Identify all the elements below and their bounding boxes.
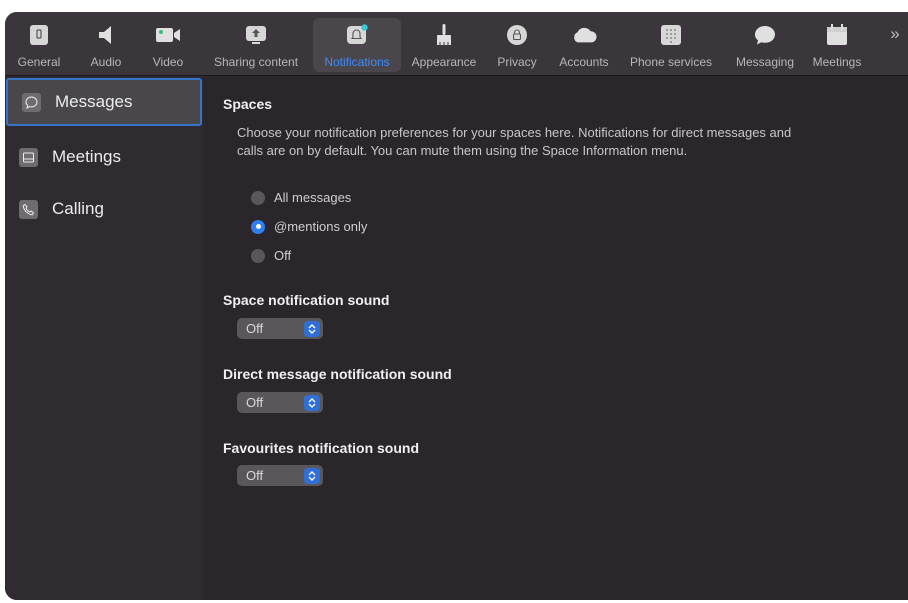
sidebar-item-meetings-label: Meetings [52,147,121,166]
meetings-icon [19,147,38,167]
video-camera-icon [155,23,181,47]
message-icon [22,92,41,112]
favourites-sound-select[interactable]: Off [237,465,323,486]
tab-meetings-label: Meetings [812,55,862,69]
updown-chevron-icon [304,320,320,337]
tab-appearance[interactable]: Appearance [405,18,483,72]
radio-button[interactable] [251,248,265,263]
tab-audio-label: Audio [90,55,122,69]
tab-accounts-label: Accounts [559,55,609,69]
tab-appearance-label: Appearance [411,55,477,69]
radio-all-messages-label: All messages [274,190,352,205]
sidebar-item-calling-label: Calling [52,199,104,218]
tab-meetings[interactable]: Meetings [805,18,869,72]
direct-sound-select[interactable]: Off [237,392,323,413]
updown-chevron-icon [304,394,320,411]
radio-mentions-only-label: @mentions only [274,219,368,234]
settings-window: General Audio Video Sharing content Noti… [5,12,908,600]
tab-notifications[interactable]: Notifications [313,18,401,72]
space-sound-title: Space notification sound [223,292,390,308]
tab-accounts[interactable]: Accounts [551,18,617,72]
tab-video-label: Video [152,55,184,69]
tab-messaging-label: Messaging [735,55,795,69]
speaker-icon [93,23,119,47]
notifications-content: Spaces Choose your notification preferen… [203,76,908,600]
sidebar-item-messages-label: Messages [55,92,133,111]
lock-icon [504,23,530,47]
radio-off[interactable]: Off [251,248,291,263]
sidebar-item-calling[interactable]: Calling [5,184,203,234]
tab-general[interactable]: General [9,18,69,72]
space-sound-select[interactable]: Off [237,318,323,339]
sidebar: Messages Meetings Calling [5,76,203,600]
dialpad-icon [658,23,684,47]
direct-sound-title: Direct message notification sound [223,366,452,382]
radio-button[interactable] [251,190,265,205]
settings-toolbar: General Audio Video Sharing content Noti… [5,12,908,76]
sidebar-item-messages[interactable]: Messages [6,78,202,126]
radio-off-label: Off [274,248,292,263]
tab-video[interactable]: Video [145,18,191,72]
updown-chevron-icon [304,467,320,484]
tab-general-label: General [17,55,61,69]
sidebar-item-meetings[interactable]: Meetings [5,132,203,182]
tab-sharing-content-label: Sharing content [213,55,299,69]
tab-privacy-label: Privacy [497,55,537,69]
space-sound-value: Off [246,321,264,336]
spaces-description: Choose your notification preferences for… [237,125,792,158]
tab-phone-services[interactable]: Phone services [621,18,721,72]
tab-phone-services-label: Phone services [629,55,713,69]
phone-icon [19,199,38,219]
share-screen-icon [243,23,269,47]
more-tabs-chevron-icon[interactable]: » [885,24,905,44]
chat-bubble-icon [752,23,778,47]
brush-icon [431,23,457,47]
tab-notifications-label: Notifications [324,55,390,69]
favourites-sound-value: Off [246,468,264,483]
tab-privacy[interactable]: Privacy [491,18,543,72]
radio-button-checked[interactable] [251,219,265,234]
tab-audio[interactable]: Audio [81,18,131,72]
radio-mentions-only[interactable]: @mentions only [251,219,367,234]
radio-all-messages[interactable]: All messages [251,190,351,205]
spaces-title: Spaces [223,96,273,112]
bell-icon [344,23,370,47]
general-icon [26,23,52,47]
calendar-icon [824,23,850,47]
favourites-sound-title: Favourites notification sound [223,440,420,456]
direct-sound-value: Off [246,395,264,410]
tab-messaging[interactable]: Messaging [729,18,801,72]
cloud-icon [571,23,597,47]
tab-sharing-content[interactable]: Sharing content [205,18,307,72]
